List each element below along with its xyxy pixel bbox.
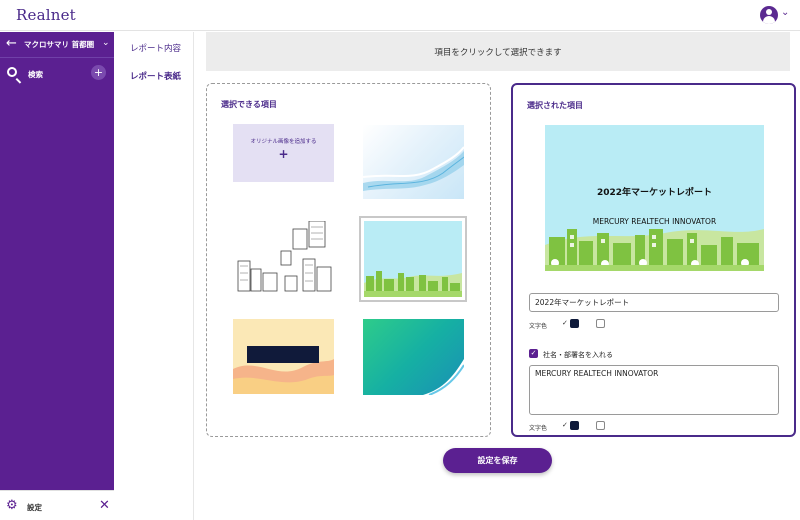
wave-cover-thumbnail[interactable] xyxy=(363,125,464,199)
save-settings-button[interactable]: 設定を保存 xyxy=(443,448,552,473)
submenu-item-report-content[interactable]: レポート内容 xyxy=(130,42,181,54)
back-arrow-icon[interactable]: ← xyxy=(6,36,17,51)
color-swatch-white[interactable] xyxy=(596,319,605,328)
instruction-banner: 項目をクリックして選択できます xyxy=(206,32,790,71)
main-content: 項目をクリックして選択できます 選択できる項目 オリジナル画像を追加する + 選… xyxy=(195,32,800,520)
text-color-label: 文字色 xyxy=(529,323,548,330)
teal-gradient-thumbnail[interactable] xyxy=(363,319,464,395)
color-swatch-white[interactable] xyxy=(596,421,605,430)
gear-icon[interactable]: ⚙ xyxy=(6,499,19,512)
wave-graphic xyxy=(363,146,464,191)
submenu: レポート内容 レポート表紙 xyxy=(114,32,194,520)
title-input[interactable]: 2022年マーケットレポート xyxy=(529,293,779,312)
title-text-color-row: 文字色 ✓ xyxy=(529,319,649,331)
app-logo[interactable]: Realnet xyxy=(16,6,76,24)
submenu-item-report-cover[interactable]: レポート表紙 xyxy=(130,70,181,82)
close-icon[interactable]: ✕ xyxy=(99,498,110,513)
color-swatch-dark[interactable] xyxy=(570,421,579,430)
sidebar-search[interactable]: 検索 + xyxy=(0,62,114,86)
color-swatch-dark[interactable] xyxy=(570,319,579,328)
teal-gradient-graphic xyxy=(423,359,464,395)
company-text-color-row: 文字色 ✓ xyxy=(529,421,649,433)
sidebar: ← マクロサマリ 首都圏 ⌄ 検索 + xyxy=(0,32,114,490)
city-sketch-graphic xyxy=(237,221,332,292)
add-original-image-thumbnail[interactable]: オリジナル画像を追加する + xyxy=(233,124,334,182)
plus-icon: + xyxy=(278,147,289,161)
user-avatar-icon[interactable] xyxy=(760,6,778,24)
sidebar-section-title: マクロサマリ 首都圏 xyxy=(24,40,95,49)
add-search-button[interactable]: + xyxy=(91,65,106,80)
text-color-label: 文字色 xyxy=(529,425,548,432)
include-company-checkbox[interactable]: ✓ xyxy=(529,349,538,358)
city-sketch-thumbnail[interactable] xyxy=(233,221,334,298)
add-image-label: オリジナル画像を追加する xyxy=(250,139,317,145)
sidebar-section-header[interactable]: ← マクロサマリ 首都圏 ⌄ xyxy=(0,32,114,58)
instruction-text: 項目をクリックして選択できます xyxy=(434,48,562,58)
include-company-label[interactable]: 社名・部署名を入れる xyxy=(543,350,613,360)
checkmark-icon: ✓ xyxy=(562,421,568,429)
selected-items-panel: 選択された項目 2022年マーケットレポート MERCURY REALTECH … xyxy=(511,83,796,437)
available-items-panel: 選択できる項目 オリジナル画像を追加する + xyxy=(206,83,491,437)
orange-shapes-graphic xyxy=(233,346,334,394)
search-label: 検索 xyxy=(28,70,43,79)
available-items-title: 選択できる項目 xyxy=(221,100,277,109)
chevron-down-icon[interactable]: ⌄ xyxy=(781,7,789,18)
company-name-textarea[interactable]: MERCURY REALTECH INNOVATOR xyxy=(529,365,779,415)
search-icon xyxy=(7,67,17,77)
sidebar-footer: ⚙ 設定 ✕ xyxy=(0,490,114,520)
checkmark-icon: ✓ xyxy=(562,319,568,327)
city-skyline-graphic xyxy=(364,271,462,297)
chevron-down-icon[interactable]: ⌄ xyxy=(102,38,110,48)
settings-label[interactable]: 設定 xyxy=(27,502,42,513)
preview-skyline-graphic xyxy=(545,229,764,271)
top-header: Realnet ⌄ xyxy=(0,0,800,31)
selected-items-title: 選択された項目 xyxy=(527,101,583,110)
orange-shapes-thumbnail[interactable] xyxy=(233,319,334,394)
city-skyline-thumbnail-selected[interactable] xyxy=(359,216,467,302)
cover-preview: 2022年マーケットレポート MERCURY REALTECH INNOVATO… xyxy=(545,125,764,271)
